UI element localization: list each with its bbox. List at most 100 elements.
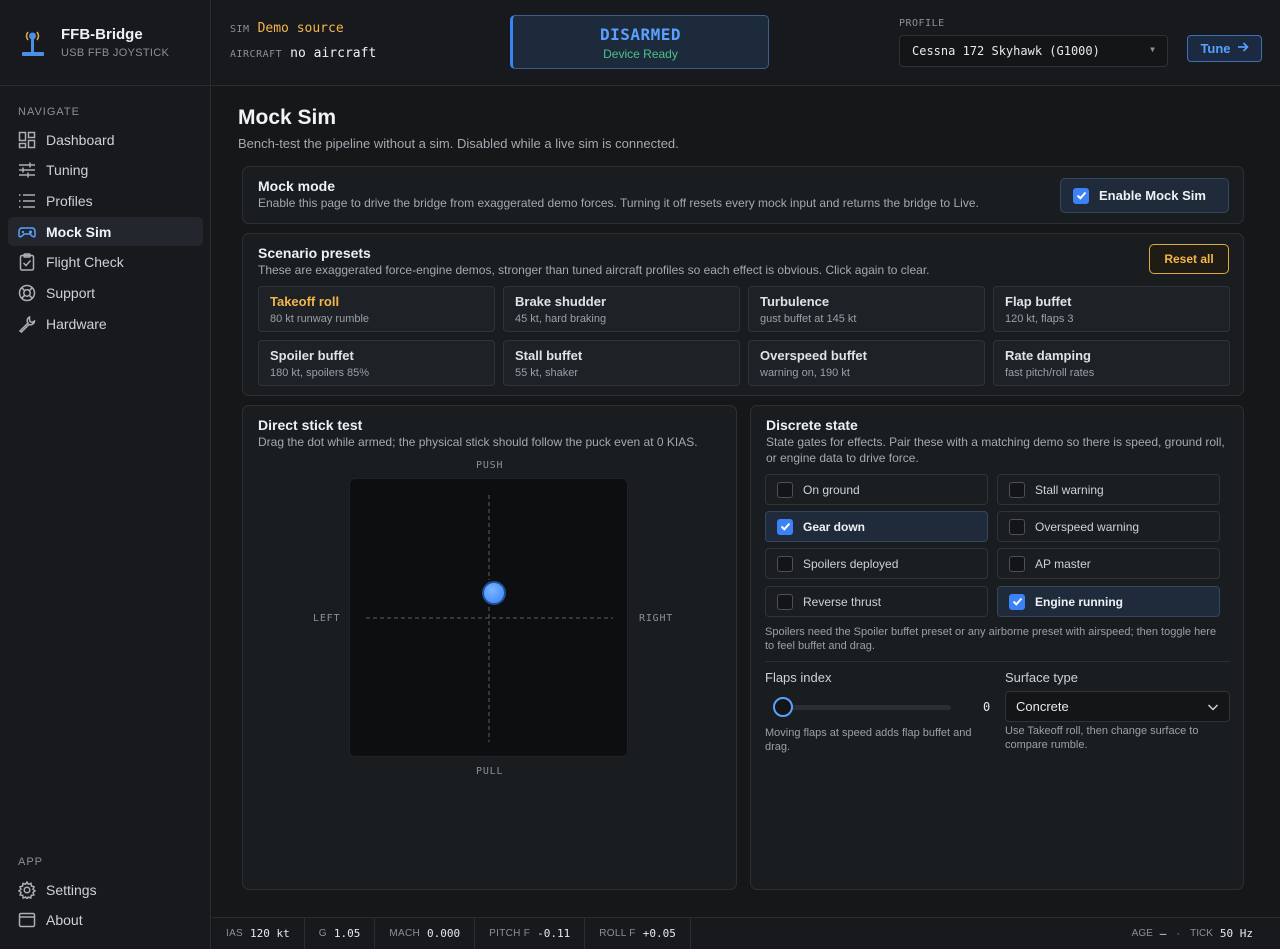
stat-value: 120 kt: [250, 927, 290, 940]
preset-name: Stall buffet: [515, 348, 583, 363]
stat-value: -0.11: [537, 927, 571, 940]
checkbox-unchecked-icon: [777, 555, 793, 572]
stick-pad[interactable]: [349, 478, 628, 757]
flaps-slider-track[interactable]: [783, 705, 951, 710]
preset-brake-shudder[interactable]: Brake shudder 45 kt, hard braking: [503, 286, 740, 332]
app-heading: APP: [18, 856, 44, 868]
aircraft-label: AIRCRAFT: [230, 49, 283, 60]
preset-detail: 180 kt, spoilers 85%: [270, 367, 370, 379]
sim-value: Demo source: [257, 21, 344, 36]
dashboard-icon: [18, 131, 36, 149]
preset-rate-damping[interactable]: Rate damping fast pitch/roll rates: [993, 340, 1230, 386]
sidebar-item-mock-sim[interactable]: Mock Sim: [8, 217, 203, 246]
checkbox-unchecked-icon: [1009, 481, 1025, 498]
preset-spoiler-buffet[interactable]: Spoiler buffet 180 kt, spoilers 85%: [258, 340, 495, 386]
preset-stall-buffet[interactable]: Stall buffet 55 kt, shaker: [503, 340, 740, 386]
chevron-down-icon: [1207, 701, 1219, 716]
sliders-icon: [18, 161, 36, 179]
stat-value: 1.05: [333, 927, 361, 940]
stat-pitch-force: PITCH F -0.11: [475, 917, 586, 949]
profile-value: Cessna 172 Skyhawk (G1000): [912, 44, 1100, 58]
state-ap-master[interactable]: AP master: [997, 548, 1220, 579]
sidebar-item-support[interactable]: Support: [8, 278, 203, 307]
sidebar: FFB-Bridge USB FFB JOYSTICK NAVIGATE Das…: [0, 0, 211, 949]
stick-title: Direct stick test: [258, 417, 363, 433]
discrete-desc: State gates for effects. Pair these with…: [766, 435, 1225, 465]
state-label: Stall warning: [1035, 482, 1104, 497]
brand-subtitle: USB FFB JOYSTICK: [61, 47, 170, 59]
state-label: Engine running: [1035, 594, 1123, 609]
joystick-logo-icon: [20, 28, 46, 58]
flaps-slider-thumb[interactable]: [773, 697, 793, 717]
page-title: Mock Sim: [238, 106, 337, 129]
stat-ias: IAS 120 kt: [212, 917, 305, 949]
sidebar-item-tuning[interactable]: Tuning: [8, 155, 203, 184]
stat-label: G: [318, 928, 327, 939]
reset-all-button[interactable]: Reset all: [1149, 244, 1229, 274]
checkbox-checked-icon: [1073, 187, 1089, 204]
push-label: PUSH: [476, 460, 504, 471]
sidebar-item-label: Hardware: [46, 315, 107, 332]
sidebar-item-label: Support: [46, 284, 96, 301]
page-subtitle: Bench-test the pipeline without a sim. D…: [238, 136, 679, 151]
sidebar-item-label: Profiles: [46, 192, 93, 209]
state-label: AP master: [1035, 556, 1091, 571]
left-label: LEFT: [313, 613, 341, 624]
direct-stick-test-card: Direct stick test Drag the dot while arm…: [242, 405, 737, 890]
state-engine-running[interactable]: Engine running: [997, 586, 1220, 617]
sidebar-item-label: About: [46, 911, 83, 928]
checkbox-unchecked-icon: [1009, 518, 1025, 535]
state-on-ground[interactable]: On ground: [765, 474, 988, 505]
presets-desc: These are exaggerated force-engine demos…: [258, 263, 930, 277]
enable-mock-sim-toggle[interactable]: Enable Mock Sim: [1060, 178, 1229, 213]
preset-takeoff-roll[interactable]: Takeoff roll 80 kt runway rumble: [258, 286, 495, 332]
stick-desc: Drag the dot while armed; the physical s…: [258, 435, 698, 449]
stat-mach: MACH 0.000: [375, 917, 476, 949]
state-spoilers-deployed[interactable]: Spoilers deployed: [765, 548, 988, 579]
checkbox-unchecked-icon: [777, 593, 793, 610]
discrete-state-card: Discrete state State gates for effects. …: [750, 405, 1244, 890]
divider: [765, 661, 1230, 662]
state-gear-down[interactable]: Gear down: [765, 511, 988, 542]
device-status: Device Ready: [603, 47, 678, 61]
lifebuoy-icon: [18, 284, 36, 302]
preset-detail: 45 kt, hard braking: [515, 313, 607, 325]
tune-button[interactable]: Tune: [1187, 35, 1262, 62]
profile-label: PROFILE: [899, 18, 945, 29]
state-stall-warning[interactable]: Stall warning: [997, 474, 1220, 505]
sidebar-item-about[interactable]: About: [8, 905, 203, 934]
arm-status-panel[interactable]: DISARMED Device Ready: [510, 15, 769, 69]
state-overspeed-warning[interactable]: Overspeed warning: [997, 511, 1220, 542]
sidebar-item-label: Dashboard: [46, 131, 115, 148]
sidebar-item-flight-check[interactable]: Flight Check: [8, 247, 203, 276]
preset-overspeed-buffet[interactable]: Overspeed buffet warning on, 190 kt: [748, 340, 985, 386]
tick-label: TICK: [1190, 928, 1213, 939]
preset-name: Takeoff roll: [270, 294, 340, 309]
stat-label: ROLL F: [599, 928, 636, 939]
sidebar-item-profiles[interactable]: Profiles: [8, 186, 203, 215]
age-value: —: [1159, 927, 1167, 940]
checkbox-unchecked-icon: [1009, 555, 1025, 572]
window-icon: [18, 911, 36, 929]
stat-label: MACH: [389, 928, 421, 939]
profile-select[interactable]: Cessna 172 Skyhawk (G1000) ▼: [899, 35, 1168, 67]
state-reverse-thrust[interactable]: Reverse thrust: [765, 586, 988, 617]
mock-mode-desc: Enable this page to drive the bridge fro…: [258, 196, 979, 210]
brand: FFB-Bridge USB FFB JOYSTICK: [0, 0, 210, 86]
spoilers-note: Spoilers need the Spoiler buffet preset …: [765, 626, 1217, 652]
stat-label: IAS: [226, 928, 244, 939]
age-label: AGE: [1131, 928, 1153, 939]
gear-icon: [18, 880, 36, 899]
stat-age-tick: AGE — · TICK 50 Hz: [1132, 927, 1280, 940]
sidebar-item-dashboard[interactable]: Dashboard: [8, 125, 203, 154]
preset-detail: warning on, 190 kt: [760, 367, 850, 379]
sidebar-item-settings[interactable]: Settings: [8, 875, 203, 904]
topbar: SIM Demo source AIRCRAFT no aircraft DIS…: [212, 0, 1280, 86]
sidebar-item-label: Tuning: [46, 161, 89, 178]
preset-turbulence[interactable]: Turbulence gust buffet at 145 kt: [748, 286, 985, 332]
preset-flap-buffet[interactable]: Flap buffet 120 kt, flaps 3: [993, 286, 1230, 332]
stat-roll-force: ROLL F +0.05: [585, 917, 691, 949]
preset-name: Overspeed buffet: [760, 348, 867, 363]
surface-type-select[interactable]: Concrete: [1005, 691, 1230, 722]
sidebar-item-hardware[interactable]: Hardware: [8, 309, 203, 338]
